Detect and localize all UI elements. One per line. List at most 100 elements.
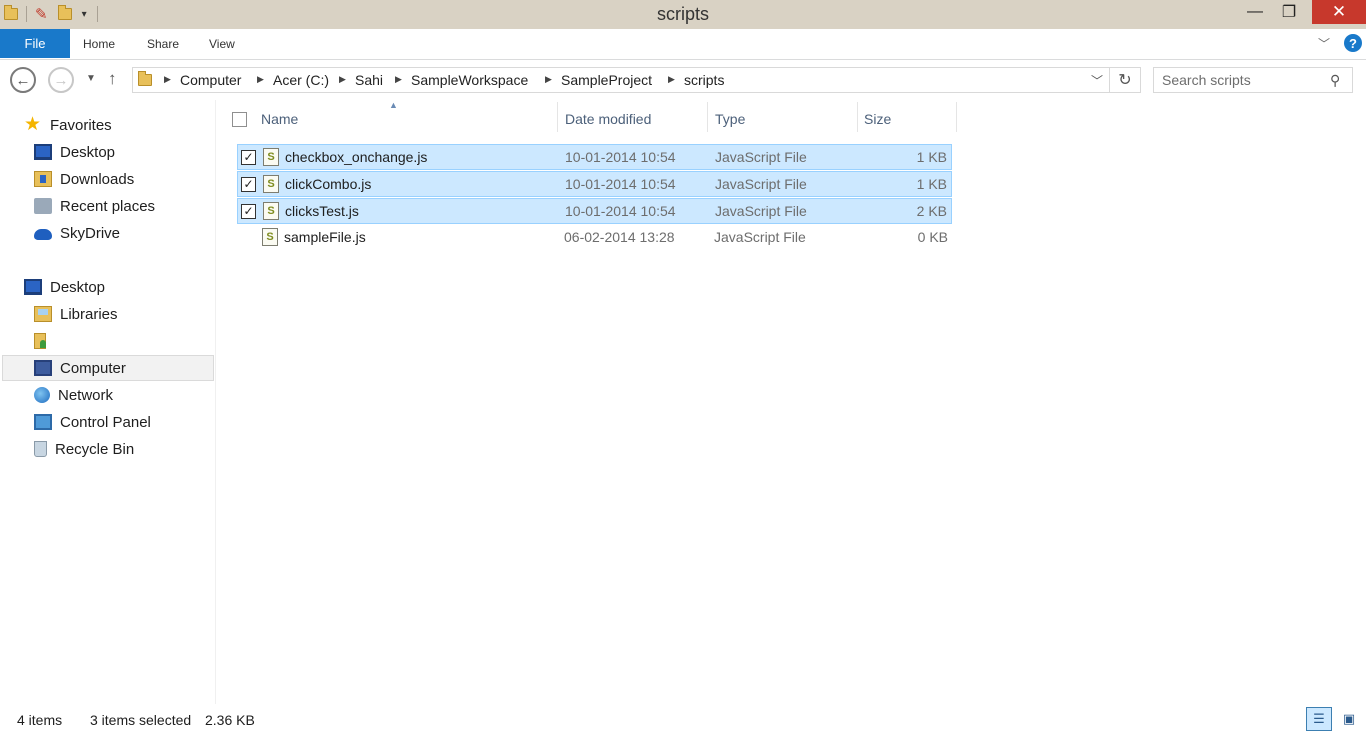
refresh-button[interactable]: ↻ [1110,67,1141,93]
star-icon: ★ [24,114,42,135]
chevron-right-icon[interactable]: ▶ [668,74,675,85]
breadcrumb-drive[interactable]: Acer (C:) [273,72,329,88]
nav-item-recycle-bin[interactable]: Recycle Bin [34,436,134,462]
large-icons-view-icon: ▣ [1342,711,1356,726]
recent-places-icon [34,198,52,214]
breadcrumb-sampleproject[interactable]: SampleProject [561,72,652,88]
back-button[interactable]: ← [10,67,36,93]
navigation-pane: ★ Favorites Desktop Downloads Recent pla… [0,100,216,704]
details-view-button[interactable]: ☰ [1306,707,1332,731]
search-box[interactable]: ⚲ [1153,67,1353,93]
tab-file[interactable]: File [0,29,70,58]
column-divider[interactable] [857,102,858,132]
tab-home[interactable]: Home [83,37,115,51]
file-row[interactable]: ✓ S clickCombo.js 10-01-2014 10:54 JavaS… [237,171,952,197]
file-date-modified: 06-02-2014 13:28 [564,229,675,245]
nav-label: Control Panel [60,413,151,431]
chevron-right-icon[interactable]: ▶ [545,74,552,85]
help-button[interactable]: ? [1344,34,1362,52]
skydrive-icon [34,229,52,240]
javascript-file-icon: S [263,175,279,193]
nav-item-recent-places[interactable]: Recent places [34,193,155,219]
maximize-button[interactable]: ❐ [1266,0,1312,24]
file-type: JavaScript File [715,149,807,165]
select-all-checkbox[interactable] [232,112,247,127]
nav-label: Computer [60,359,126,377]
column-header-type[interactable]: Type [715,100,745,138]
row-checkbox[interactable]: ✓ [241,150,256,165]
up-button[interactable]: ↑ [108,69,117,89]
large-icons-view-button[interactable]: ▣ [1336,707,1362,731]
nav-label: SkyDrive [60,224,121,242]
nav-label: Desktop [50,278,106,296]
selected-size: 2.36 KB [205,712,255,728]
file-row[interactable]: ✓ S clicksTest.js 10-01-2014 10:54 JavaS… [237,198,952,224]
item-count: 4 items [17,712,63,728]
file-row[interactable]: ✓ S checkbox_onchange.js 10-01-2014 10:5… [237,144,952,170]
back-arrow-icon: ← [15,71,31,89]
desktop-icon [34,144,52,160]
selected-count: 3 items selected [90,712,192,728]
nav-favorites[interactable]: ★ Favorites [24,112,112,138]
downloads-icon [34,171,52,187]
expand-ribbon-icon[interactable]: ﹀ [1318,35,1330,52]
file-date-modified: 10-01-2014 10:54 [565,203,676,219]
nav-item-downloads[interactable]: Downloads [34,166,134,192]
file-name: clicksTest.js [285,203,359,219]
column-header-size[interactable]: Size [864,100,891,138]
user-folder-icon [34,333,46,349]
column-divider[interactable] [707,102,708,132]
ribbon: File Home Share View ﹀ ? [0,29,1366,60]
breadcrumb-sampleworkspace[interactable]: SampleWorkspace [411,72,528,88]
nav-label: Recent places [60,197,156,215]
address-bar[interactable]: ▶ Computer ▶ Acer (C:) ▶ Sahi ▶ SampleWo… [132,67,1110,93]
window-title: scripts [656,4,709,24]
forward-button[interactable]: → [48,67,74,93]
row-checkbox[interactable]: ✓ [241,177,256,192]
close-button[interactable]: ✕ [1312,0,1366,24]
tab-share[interactable]: Share [147,37,179,51]
control-panel-icon [34,414,52,430]
chevron-right-icon[interactable]: ▶ [395,74,402,85]
column-divider[interactable] [956,102,957,132]
breadcrumb-sahi[interactable]: Sahi [355,72,383,88]
column-divider[interactable] [557,102,558,132]
address-history-dropdown[interactable]: ﹀ [1091,72,1103,89]
search-input[interactable] [1154,68,1324,92]
column-header-name[interactable]: Name [261,100,298,138]
breadcrumb-scripts[interactable]: scripts [684,72,724,88]
nav-desktop-root[interactable]: Desktop [24,274,105,300]
folder-icon [138,71,152,86]
nav-item-computer[interactable]: Computer [34,355,126,381]
file-type: JavaScript File [715,203,807,219]
nav-item-libraries[interactable]: Libraries [34,301,118,327]
nav-label: Desktop [60,143,116,161]
recent-locations-dropdown[interactable]: ▼ [86,73,96,84]
desktop-icon [24,279,42,295]
file-date-modified: 10-01-2014 10:54 [565,176,676,192]
nav-label: Recycle Bin [55,440,135,458]
details-view-icon: ☰ [1313,711,1325,726]
chevron-right-icon[interactable]: ▶ [164,74,171,85]
nav-item-network[interactable]: Network [34,382,113,408]
nav-item-desktop[interactable]: Desktop [34,139,115,165]
javascript-file-icon: S [263,148,279,166]
file-type: JavaScript File [714,229,806,245]
file-date-modified: 10-01-2014 10:54 [565,149,676,165]
file-row[interactable]: S sampleFile.js 06-02-2014 13:28 JavaScr… [237,225,952,251]
nav-label: Network [58,386,114,404]
nav-item-control-panel[interactable]: Control Panel [34,409,151,435]
nav-item-skydrive[interactable]: SkyDrive [34,220,120,246]
row-checkbox[interactable]: ✓ [241,204,256,219]
tab-view[interactable]: View [209,37,235,51]
column-header-date-modified[interactable]: Date modified [565,100,651,138]
breadcrumb-computer[interactable]: Computer [180,72,241,88]
chevron-right-icon[interactable]: ▶ [257,74,264,85]
file-size: 2 KB [916,203,947,219]
file-type: JavaScript File [715,176,807,192]
nav-label: Libraries [60,305,118,323]
search-icon[interactable]: ⚲ [1330,72,1340,89]
chevron-right-icon[interactable]: ▶ [339,74,346,85]
nav-item-user-folder[interactable] [34,328,54,354]
javascript-file-icon: S [263,202,279,220]
